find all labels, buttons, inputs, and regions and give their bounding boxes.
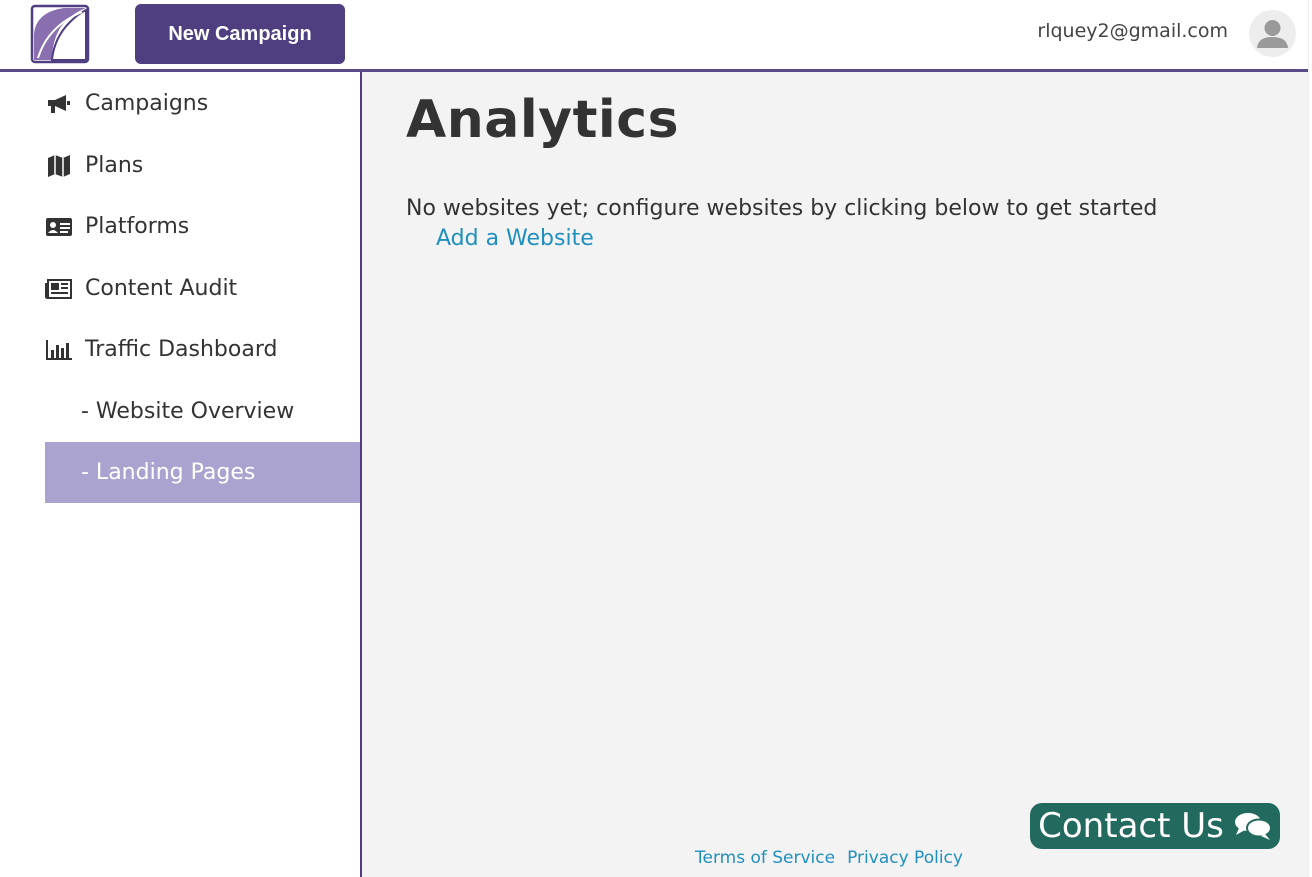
empty-state-message: No websites yet; configure websites by c… bbox=[406, 196, 1158, 221]
sidebar-item-campaigns[interactable]: Campaigns bbox=[45, 73, 360, 134]
footer-links: Terms of Service Privacy Policy bbox=[695, 848, 963, 868]
sidebar-item-label: Platforms bbox=[85, 214, 190, 239]
newspaper-icon bbox=[45, 276, 73, 302]
user-email[interactable]: rlquey2@gmail.com bbox=[1037, 20, 1228, 42]
page-title: Analytics bbox=[406, 90, 680, 150]
terms-of-service-link[interactable]: Terms of Service bbox=[695, 848, 835, 868]
sidebar: Campaigns Plans Platforms Content Audit … bbox=[0, 72, 362, 877]
bar-chart-icon bbox=[45, 337, 73, 363]
add-website-link[interactable]: Add a Website bbox=[436, 226, 594, 251]
contact-us-button[interactable]: Contact Us bbox=[1030, 803, 1280, 849]
sidebar-item-label: - Landing Pages bbox=[81, 460, 256, 485]
sidebar-item-website-overview[interactable]: - Website Overview bbox=[45, 381, 360, 442]
main-content: Analytics No websites yet; configure web… bbox=[362, 72, 1308, 877]
sidebar-item-plans[interactable]: Plans bbox=[45, 135, 360, 196]
user-avatar-icon bbox=[1257, 20, 1288, 48]
top-header: New Campaign rlquey2@gmail.com bbox=[0, 0, 1308, 72]
sidebar-item-label: Traffic Dashboard bbox=[85, 337, 278, 362]
sidebar-item-traffic-dashboard[interactable]: Traffic Dashboard bbox=[45, 319, 360, 380]
contact-us-label: Contact Us bbox=[1038, 806, 1224, 846]
logo-icon bbox=[30, 4, 90, 64]
sidebar-item-label: Campaigns bbox=[85, 91, 209, 116]
sidebar-item-label: - Website Overview bbox=[81, 399, 295, 424]
sidebar-item-content-audit[interactable]: Content Audit bbox=[45, 258, 360, 319]
app-page: New Campaign rlquey2@gmail.com Campaigns bbox=[0, 0, 1312, 877]
new-campaign-button[interactable]: New Campaign bbox=[135, 4, 345, 64]
window-edge bbox=[1308, 0, 1312, 877]
map-icon bbox=[45, 153, 73, 179]
sidebar-item-landing-pages[interactable]: - Landing Pages bbox=[45, 442, 360, 503]
privacy-policy-link[interactable]: Privacy Policy bbox=[847, 848, 963, 868]
avatar[interactable] bbox=[1249, 10, 1296, 57]
id-card-icon bbox=[45, 214, 73, 240]
brand-logo[interactable] bbox=[30, 4, 90, 64]
megaphone-icon bbox=[45, 91, 73, 117]
sidebar-item-label: Content Audit bbox=[85, 276, 238, 301]
sidebar-item-label: Plans bbox=[85, 153, 144, 178]
chat-bubbles-icon bbox=[1234, 811, 1272, 841]
sidebar-item-platforms[interactable]: Platforms bbox=[45, 196, 360, 257]
